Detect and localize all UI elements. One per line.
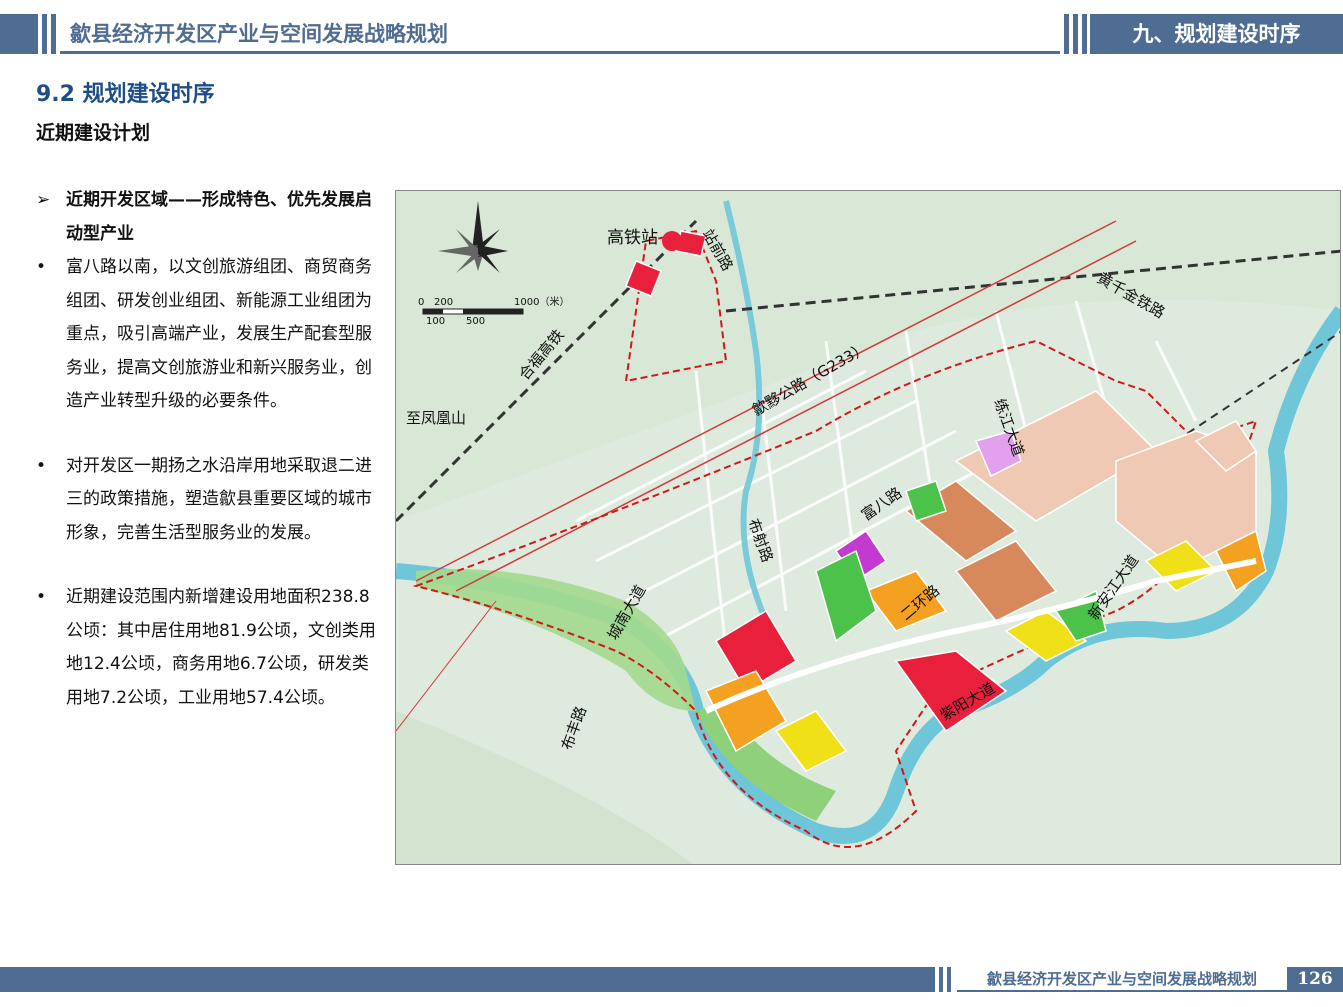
svg-text:500: 500 xyxy=(466,316,485,327)
chapter-badge: 九、规划建设时序 xyxy=(1090,14,1343,54)
footer-bar xyxy=(0,967,935,992)
bullet-item: • 对开发区一期扬之水沿岸用地采取退二进三的政策措施，塑造歙县重要区域的城市形象… xyxy=(34,450,384,551)
bullet-text: 近期建设范围内新增建设用地面积238.8公顷：其中居住用地81.9公顷，文创类用… xyxy=(66,587,376,708)
lead-text: 近期开发区域——形成特色、优先发展启动型产业 xyxy=(66,190,372,244)
page-number: 126 xyxy=(1287,967,1343,992)
svg-text:1000（米）: 1000（米） xyxy=(514,295,569,308)
footer-title: 歙县经济开发区产业与空间发展战略规划 xyxy=(957,967,1287,992)
planning-map: 高铁站 站前路 合福高铁 黄千金铁路 歙黟公路（G233） 至凤凰山 练江大道 … xyxy=(395,190,1341,865)
dot-bullet-icon: • xyxy=(36,257,47,277)
label-fenghuang: 至凤凰山 xyxy=(406,409,466,427)
dot-bullet-icon: • xyxy=(36,455,47,476)
lead-point: ➢ 近期开发区域——形成特色、优先发展启动型产业 xyxy=(34,184,384,251)
svg-text:0: 0 xyxy=(418,297,424,308)
footer-decor-bars xyxy=(935,967,957,992)
document-title: 歙县经济开发区产业与空间发展战略规划 xyxy=(60,14,1060,54)
bullet-item: • 近期建设范围内新增建设用地面积238.8公顷：其中居住用地81.9公顷，文创… xyxy=(34,581,384,715)
arrow-bullet-icon: ➢ xyxy=(36,190,51,210)
svg-text:200: 200 xyxy=(434,297,453,308)
map-canvas: 高铁站 站前路 合福高铁 黄千金铁路 歙黟公路（G233） 至凤凰山 练江大道 … xyxy=(396,191,1340,864)
dot-bullet-icon: • xyxy=(36,587,47,607)
bullet-text: 对开发区一期扬之水沿岸用地采取退二进三的政策措施，塑造歙县重要区域的城市形象，完… xyxy=(66,455,372,543)
bullet-text: 富八路以南，以文创旅游组团、商贸商务组团、研发创业组团、新能源工业组团为重点，吸… xyxy=(66,257,372,411)
railway-station-icon xyxy=(662,231,682,251)
bullet-item: • 富八路以南，以文创旅游组团、商贸商务组团、研发创业组团、新能源工业组团为重点… xyxy=(34,251,384,419)
plan-description: ➢ 近期开发区域——形成特色、优先发展启动型产业 • 富八路以南，以文创旅游组团… xyxy=(34,184,384,715)
label-station: 高铁站 xyxy=(607,228,658,248)
svg-text:100: 100 xyxy=(426,316,445,327)
header-decor-bars xyxy=(0,14,60,54)
subsection-title: 近期建设计划 xyxy=(36,122,151,144)
header-decor-bars-right xyxy=(1060,14,1090,54)
section-title: 9.2 规划建设时序 xyxy=(36,82,215,107)
